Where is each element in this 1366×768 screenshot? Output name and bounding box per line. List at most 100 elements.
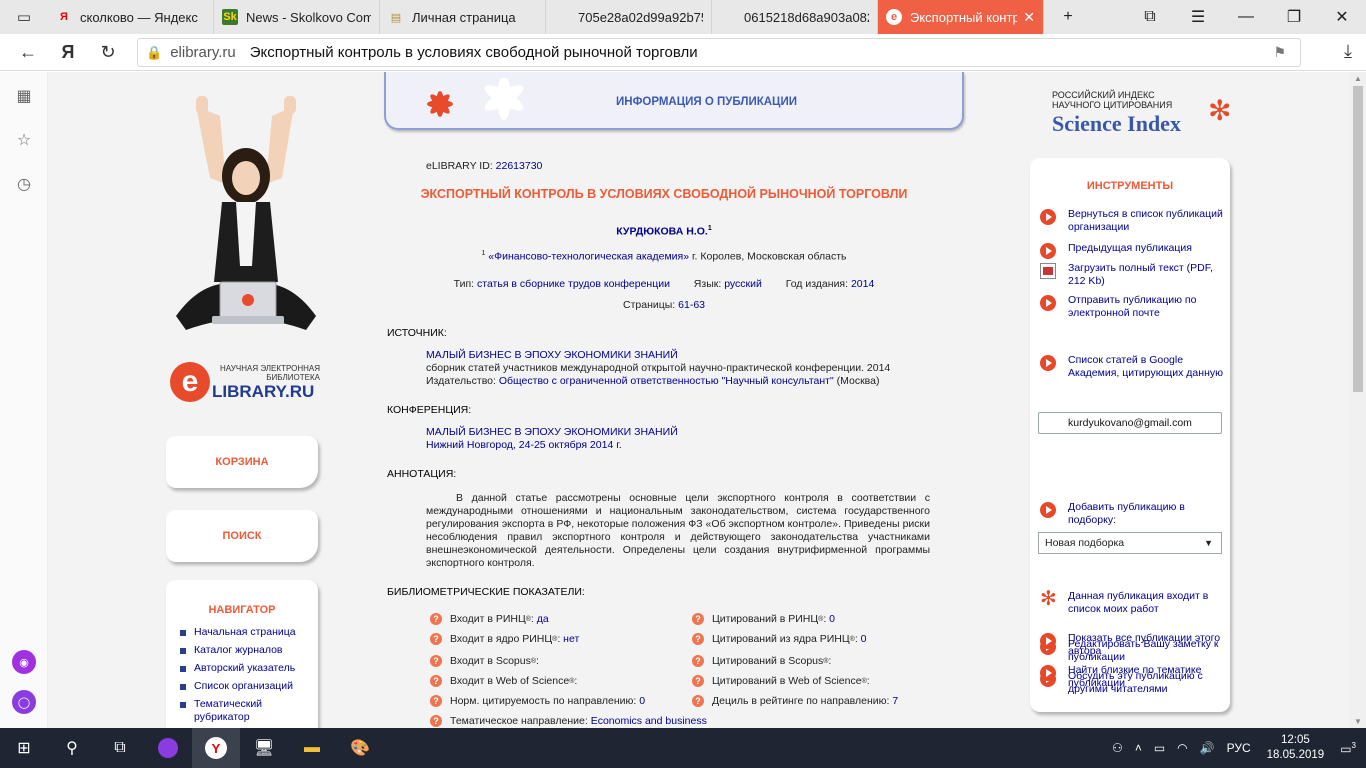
favorites-star-icon[interactable]: ☆ — [0, 118, 48, 162]
tabs-panel-icon[interactable]: ▭ — [0, 0, 48, 34]
basket-button[interactable]: КОРЗИНА — [166, 436, 318, 488]
science-index-logo[interactable]: РОССИЙСКИЙ ИНДЕКС НАУЧНОГО ЦИТИРОВАНИЯ S… — [1052, 90, 1232, 136]
tool-link[interactable]: Найти близкие по тематике публикации — [1068, 664, 1226, 690]
tool-google-scholar[interactable]: Список статей в Google Академия, цитирую… — [1040, 354, 1226, 380]
nav-link[interactable]: Тематический рубрикатор — [194, 698, 274, 724]
help-icon[interactable]: ? — [692, 613, 704, 625]
scroll-down-icon[interactable]: ▼ — [1354, 717, 1362, 726]
tool-similar[interactable]: Найти близкие по тематике публикации — [1040, 664, 1226, 690]
tool-back-to-org[interactable]: Вернуться в список публикаций организаци… — [1040, 208, 1226, 234]
tool-link[interactable]: Предыдущая публикация — [1068, 242, 1192, 259]
affiliation-link[interactable]: «Финансово-технологическая академия» — [488, 251, 689, 263]
elibrary-logo[interactable]: e НАУЧНАЯ ЭЛЕКТРОННАЯ БИБЛИОТЕКА LIBRARY… — [170, 360, 320, 406]
task-view-icon[interactable]: ⧉ — [96, 728, 144, 768]
tab-1[interactable]: Ясколково — Яндекс — [48, 0, 214, 34]
collection-select[interactable]: Новая подборка ▼ — [1038, 532, 1222, 554]
back-icon[interactable]: ← — [8, 34, 48, 71]
tool-link[interactable]: Вернуться в список публикаций организаци… — [1068, 208, 1226, 234]
tab-active[interactable]: e Экспортный контр ✕ — [878, 0, 1044, 34]
restore-icon[interactable]: ❐ — [1270, 0, 1318, 34]
history-clock-icon[interactable]: ◷ — [0, 162, 48, 206]
search-button[interactable]: ПОИСК — [166, 510, 318, 562]
close-window-icon[interactable]: ✕ — [1318, 0, 1366, 34]
url-field[interactable]: 🔒 elibrary.ru Экспортный контроль в усло… — [137, 38, 1301, 67]
tool-author-publications[interactable]: Показать все публикации этого автора — [1040, 632, 1226, 658]
alice-assistant-icon[interactable] — [144, 728, 192, 768]
help-icon[interactable]: ? — [692, 655, 704, 667]
chevron-up-icon[interactable]: ˄ — [1135, 741, 1142, 755]
tool-my-works[interactable]: ✻ Данная публикация входит в список моих … — [1040, 589, 1226, 616]
nav-link[interactable]: Список организаций — [194, 680, 293, 693]
yandex-browser-icon[interactable]: Y — [192, 728, 240, 768]
id-value[interactable]: 22613730 — [496, 160, 543, 172]
bookmark-manager-icon[interactable]: ⧉ — [1126, 0, 1174, 34]
type-value[interactable]: статья в сборнике трудов конференции — [477, 278, 670, 290]
nav-item-authors[interactable]: Авторский указатель — [180, 662, 318, 675]
help-icon[interactable]: ? — [430, 715, 442, 727]
biblio-value[interactable]: 7 — [892, 695, 898, 708]
email-input[interactable]: kurdyukovano@gmail.com — [1038, 412, 1222, 434]
tool-link[interactable]: Список статей в Google Академия, цитирую… — [1068, 354, 1226, 380]
nav-item-rubricator[interactable]: Тематический рубрикатор — [180, 698, 318, 724]
author[interactable]: КУРДЮКОВА Н.О.1 — [384, 222, 944, 239]
tab-5[interactable]: 0615218d68a903a082 — [712, 0, 878, 34]
help-icon[interactable]: ? — [692, 695, 704, 707]
wifi-icon[interactable]: ◠ — [1177, 741, 1187, 755]
year-value[interactable]: 2014 — [851, 278, 874, 290]
publisher-link[interactable]: Общество с ограниченной ответственностью… — [499, 375, 834, 387]
help-icon[interactable]: ? — [692, 675, 704, 687]
page-scrollbar[interactable]: ▲ ▼ — [1350, 72, 1366, 728]
biblio-value[interactable]: 0 — [861, 633, 867, 646]
tool-add-to-collection[interactable]: Добавить публикацию в подборку: — [1040, 501, 1226, 527]
tool-link[interactable]: Показать все публикации этого автора — [1068, 632, 1226, 658]
tool-previous[interactable]: Предыдущая публикация — [1040, 242, 1226, 259]
conference-title-link[interactable]: МАЛЫЙ БИЗНЕС В ЭПОХУ ЭКОНОМИКИ ЗНАНИЙ — [426, 426, 678, 438]
yandex-home-icon[interactable]: Я — [48, 34, 88, 71]
computer-icon[interactable]: 🖥 — [240, 728, 288, 768]
nav-link[interactable]: Авторский указатель — [194, 662, 295, 675]
people-icon[interactable]: ⚇ — [1112, 741, 1123, 755]
biblio-value[interactable]: да — [537, 613, 549, 626]
tool-link[interactable]: Добавить публикацию в подборку: — [1068, 501, 1226, 527]
new-tab-icon[interactable]: + — [1044, 0, 1092, 34]
search-icon[interactable]: ⚲ — [48, 728, 96, 768]
nav-item-journals[interactable]: Каталог журналов — [180, 644, 318, 657]
nav-link[interactable]: Начальная страница — [194, 626, 296, 639]
biblio-value[interactable]: Economics and business — [591, 715, 707, 728]
close-tab-icon[interactable]: ✕ — [1023, 9, 1035, 26]
help-icon[interactable]: ? — [430, 675, 442, 687]
paint-icon[interactable]: 🎨 — [336, 728, 384, 768]
clock[interactable]: 12:05 18.05.2019 — [1267, 733, 1325, 763]
apps-grid-icon[interactable]: ▦ — [0, 74, 48, 118]
tool-link[interactable]: Данная публикация входит в список моих р… — [1068, 590, 1226, 616]
nav-link[interactable]: Каталог журналов — [194, 644, 283, 657]
nav-item-home[interactable]: Начальная страница — [180, 626, 318, 639]
alice-apps-icon[interactable]: ◉ — [12, 650, 36, 674]
minimize-icon[interactable]: — — [1222, 0, 1270, 34]
file-explorer-icon[interactable]: ▬ — [288, 728, 336, 768]
help-icon[interactable]: ? — [430, 633, 442, 645]
download-icon[interactable]: ⤓ — [1344, 41, 1352, 62]
volume-icon[interactable]: 🔊 — [1200, 741, 1215, 755]
bookmark-icon[interactable]: ⚑ — [1273, 44, 1286, 61]
menu-icon[interactable]: ☰ — [1174, 0, 1222, 34]
windows-start-icon[interactable]: ⊞ — [0, 728, 48, 768]
tab-4[interactable]: 705e28a02d99a92b75 — [546, 0, 712, 34]
pages-value[interactable]: 61-63 — [678, 299, 705, 311]
tool-send-email[interactable]: Отправить публикацию по электронной почт… — [1040, 294, 1226, 320]
help-icon[interactable]: ? — [430, 613, 442, 625]
tool-link[interactable]: Отправить публикацию по электронной почт… — [1068, 294, 1226, 320]
language-indicator[interactable]: РУС — [1227, 741, 1251, 755]
scroll-up-icon[interactable]: ▲ — [1354, 74, 1362, 83]
source-title-link[interactable]: МАЛЫЙ БИЗНЕС В ЭПОХУ ЭКОНОМИКИ ЗНАНИЙ — [426, 349, 678, 361]
tab-2[interactable]: Sk News - Skolkovo Com — [214, 0, 380, 34]
notifications-icon[interactable]: ▭3 — [1340, 741, 1356, 756]
scroll-thumb[interactable] — [1353, 86, 1363, 392]
tool-link[interactable]: Загрузить полный текст (PDF, 212 Kb) — [1068, 262, 1226, 288]
nav-item-organizations[interactable]: Список организаций — [180, 680, 318, 693]
tool-download-pdf[interactable]: Загрузить полный текст (PDF, 212 Kb) — [1040, 262, 1226, 288]
reload-icon[interactable]: ↻ — [88, 34, 128, 71]
lang-value[interactable]: русский — [724, 278, 762, 290]
help-icon[interactable]: ? — [692, 633, 704, 645]
help-icon[interactable]: ? — [430, 655, 442, 667]
